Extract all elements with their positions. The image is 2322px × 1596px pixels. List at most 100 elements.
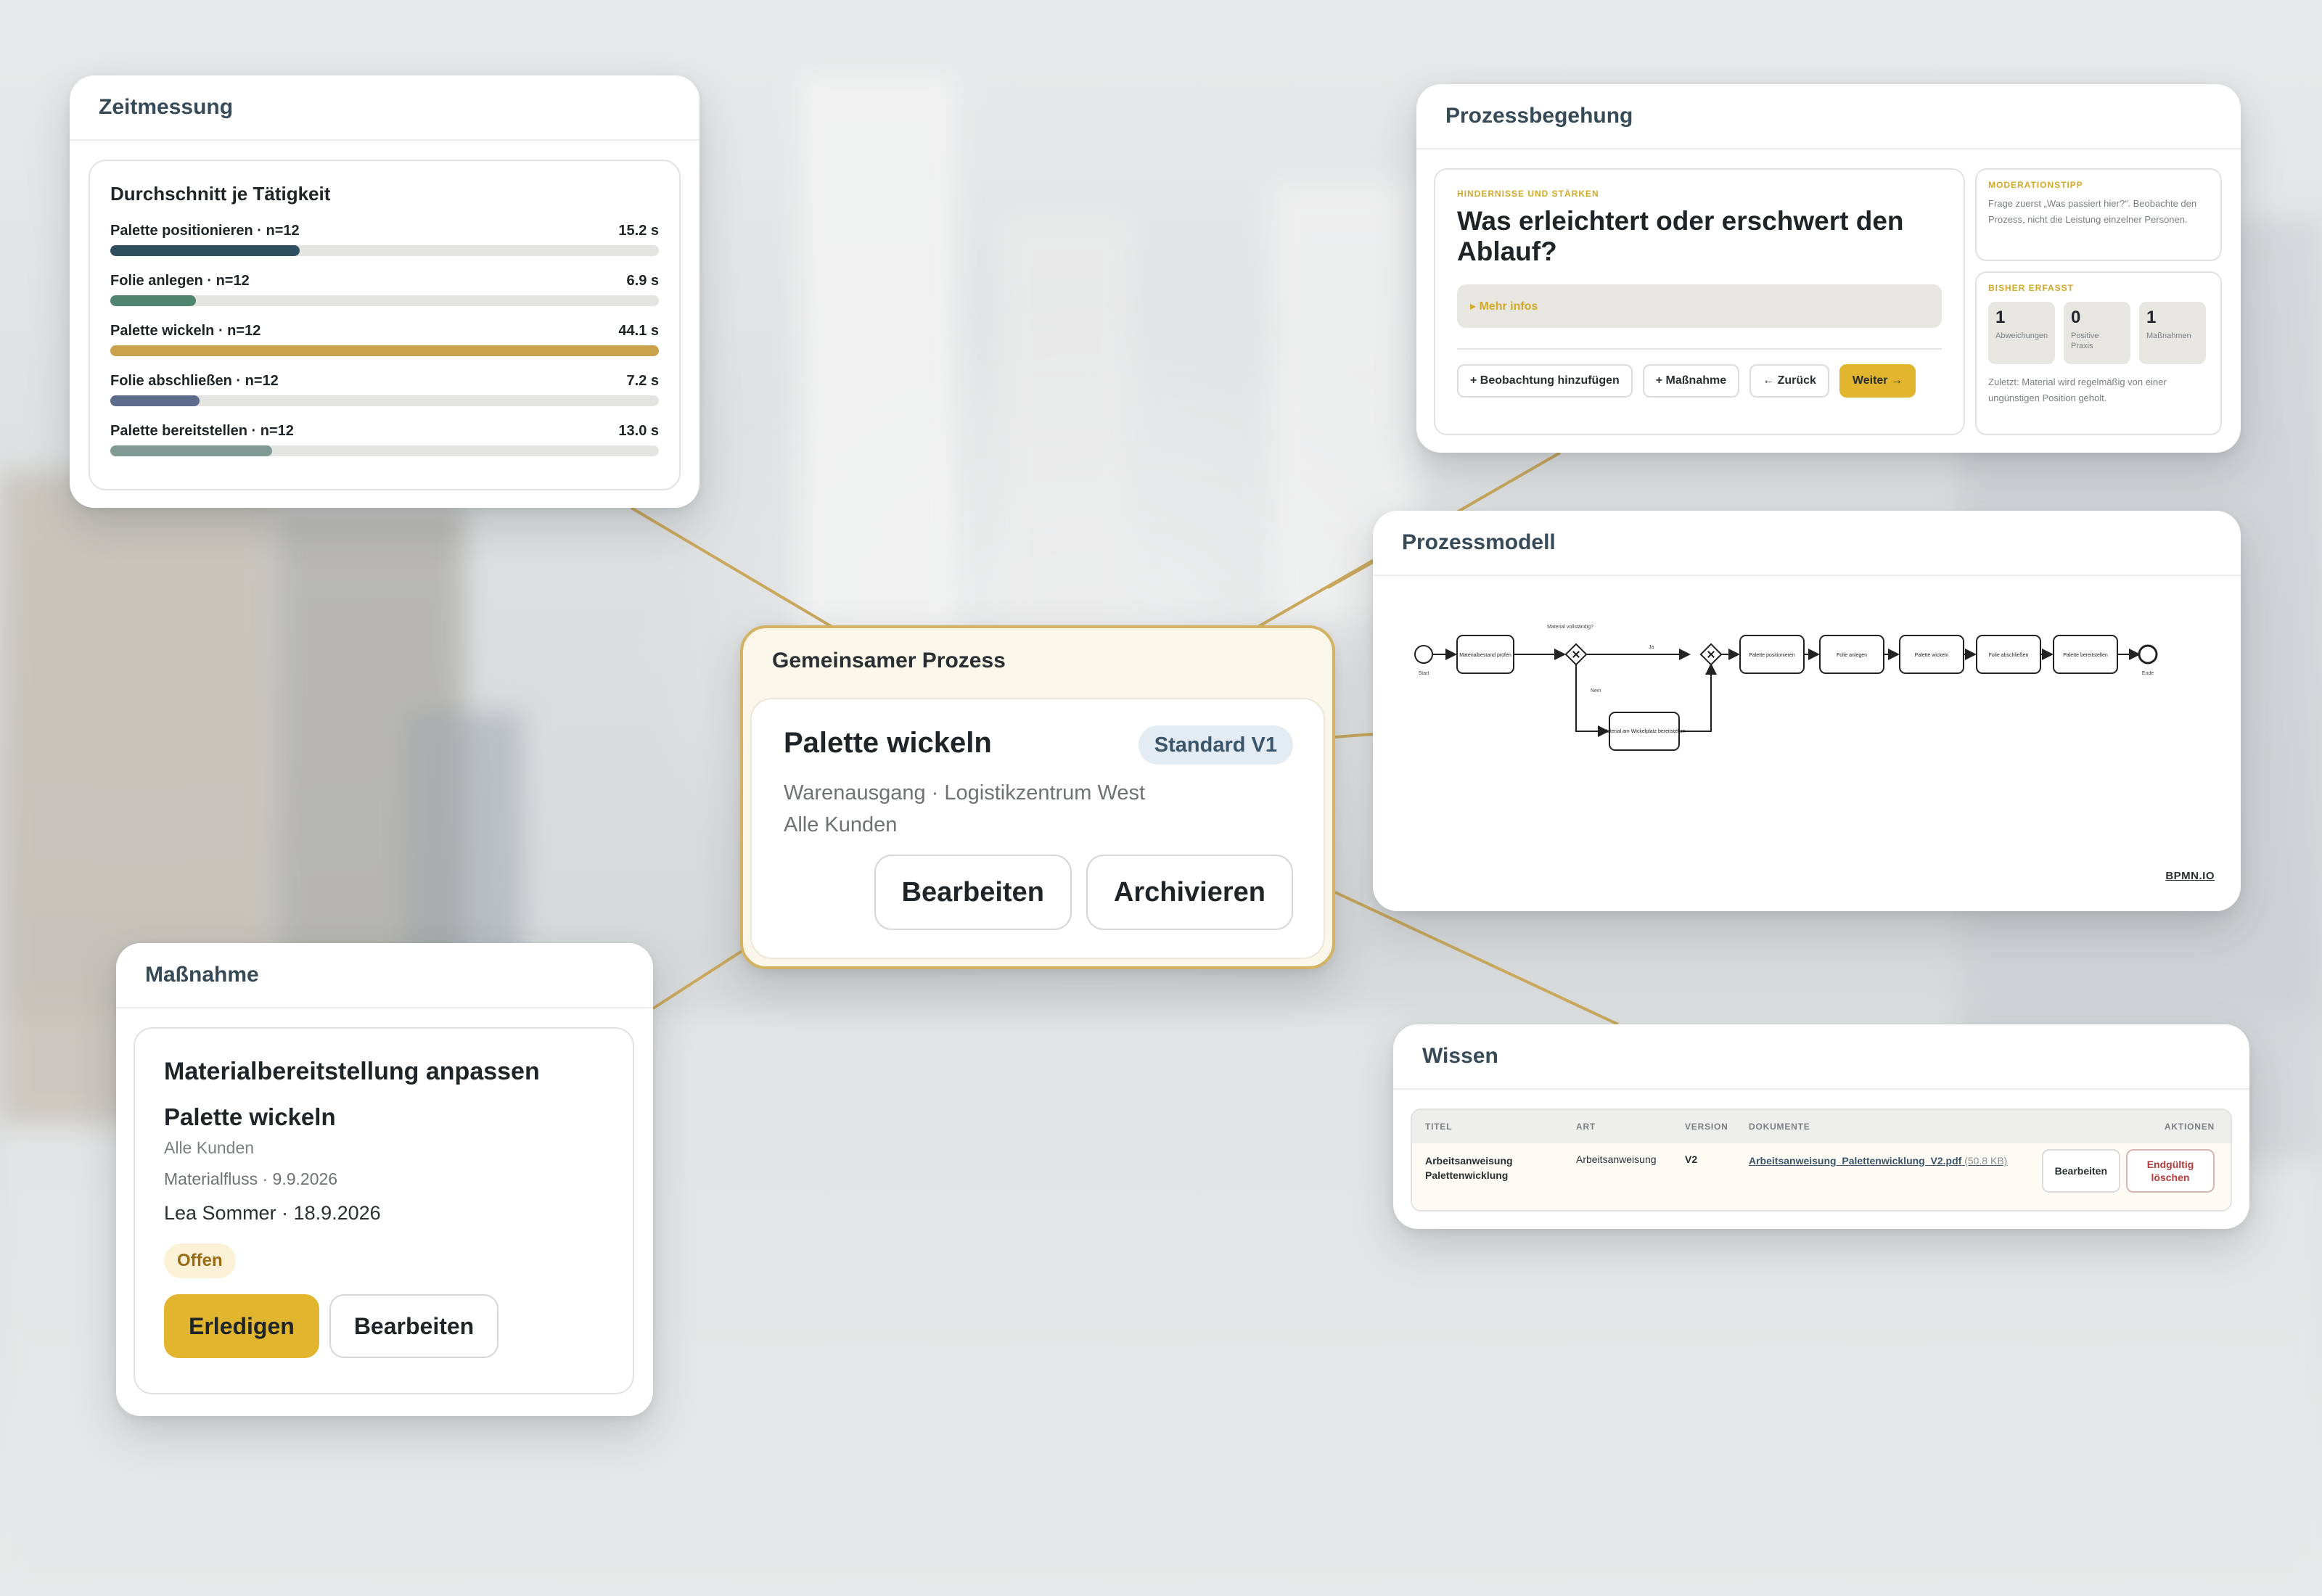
activity-bar-fill bbox=[110, 395, 200, 406]
column-header: AKTIONEN bbox=[2164, 1122, 2215, 1132]
yes-label: Ja bbox=[1649, 645, 1654, 650]
activity-row: Palette wickeln · n=12 44.1 s bbox=[110, 323, 659, 340]
activity-bar-fill bbox=[110, 345, 659, 356]
gateway-question: Material vollständig? bbox=[1547, 625, 1593, 630]
task-label: Palette positionieren bbox=[1749, 653, 1795, 658]
activity-value: 6.9 s bbox=[626, 273, 659, 289]
wissen-header: Wissen bbox=[1393, 1024, 2249, 1090]
bpmn-io-watermark[interactable]: BPMN.IO bbox=[2165, 870, 2215, 882]
activity-row: Folie anlegen · n=12 6.9 s bbox=[110, 273, 659, 289]
captured-kicker: BISHER ERFASST bbox=[1988, 283, 2075, 293]
doc-type: Arbeitsanweisung bbox=[1576, 1153, 1657, 1165]
activity-averages-panel: Durchschnitt je Tätigkeit Palette positi… bbox=[89, 160, 681, 490]
start-event bbox=[1414, 645, 1433, 664]
column-header: ART bbox=[1576, 1122, 1596, 1132]
status-badge: Offen bbox=[164, 1243, 236, 1278]
prozessbegehung-header: Prozessbegehung bbox=[1416, 84, 2241, 149]
bpmn-diagram[interactable]: Start Materialbestand prüfen Material vo… bbox=[1373, 576, 2241, 910]
row-actions: Bearbeiten Endgültig löschen bbox=[2041, 1149, 2215, 1193]
edit-process-button[interactable]: Bearbeiten bbox=[874, 855, 1072, 930]
question-actions: + Beobachtung hinzufügen + Maßnahme ← Zu… bbox=[1457, 364, 1942, 398]
prozessmodell-card: Prozessmodell Start Materialbestand prüf… bbox=[1373, 511, 2241, 911]
stat-positive-practice: 0 Positive Praxis bbox=[2064, 302, 2130, 364]
activity-label: Folie abschließen · n=12 bbox=[110, 373, 279, 389]
activity-label: Folie anlegen · n=12 bbox=[110, 273, 250, 289]
activity-bar-fill bbox=[110, 445, 273, 456]
captured-stats: 1 Abweichungen 0 Positive Praxis 1 Maßna… bbox=[1988, 302, 2209, 364]
doc-version: V2 bbox=[1685, 1153, 1698, 1165]
stat-deviations: 1 Abweichungen bbox=[1988, 302, 2055, 364]
edit-measure-button[interactable]: Bearbeiten bbox=[329, 1294, 499, 1358]
stat-label: Abweichungen bbox=[1995, 332, 2048, 340]
doc-title: Arbeitsanweisung Palettenwicklung bbox=[1425, 1155, 1513, 1181]
process-summary: Palette wickeln Standard V1 Warenausgang… bbox=[750, 698, 1325, 959]
question-text: Was erleichtert oder erschwert den Ablau… bbox=[1457, 206, 1904, 266]
massnahme-header: Maßnahme bbox=[116, 943, 653, 1008]
stat-value: 1 bbox=[1995, 308, 2006, 327]
add-observation-button[interactable]: + Beobachtung hinzufügen bbox=[1457, 364, 1633, 398]
archive-process-button[interactable]: Archivieren bbox=[1086, 855, 1293, 930]
process-actions: Bearbeiten Archivieren bbox=[874, 855, 1293, 930]
back-button[interactable]: ← Zurück bbox=[1749, 364, 1829, 398]
activity-label: Palette wickeln · n=12 bbox=[110, 323, 261, 339]
start-label: Start bbox=[1419, 671, 1429, 676]
stat-value: 1 bbox=[2146, 308, 2157, 327]
zeitmessung-card: Zeitmessung Durchschnitt je Tätigkeit Pa… bbox=[70, 75, 700, 508]
prozessbegehung-card: Prozessbegehung HINDERNISSE UND STÄRKEN … bbox=[1416, 84, 2241, 453]
activity-bar-track bbox=[110, 445, 659, 456]
activity-bar-fill bbox=[110, 245, 300, 256]
activity-value: 7.2 s bbox=[626, 373, 659, 389]
activity-item: Folie abschließen · n=12 7.2 s bbox=[110, 373, 659, 406]
activity-bar-track bbox=[110, 245, 659, 256]
end-label: Ende bbox=[2142, 671, 2154, 676]
column-header: TITEL bbox=[1425, 1122, 1453, 1132]
measure-category-date: Materialfluss · 9.9.2026 bbox=[164, 1169, 338, 1188]
activity-bar-track bbox=[110, 345, 659, 356]
table-row: Arbeitsanweisung Palettenwicklung Arbeit… bbox=[1412, 1143, 2231, 1210]
add-measure-button[interactable]: + Maßnahme bbox=[1642, 364, 1740, 398]
wissen-card: Wissen TITEL ART VERSION DOKUMENTE AKTIO… bbox=[1393, 1024, 2249, 1229]
measure-owner-due: Lea Sommer · 18.9.2026 bbox=[164, 1202, 381, 1224]
massnahme-card: Maßnahme Materialbereitstellung anpassen… bbox=[116, 943, 653, 1416]
doc-link[interactable]: Arbeitsanweisung_Palettenwicklung_V2.pdf… bbox=[1749, 1153, 2010, 1168]
process-meta: Warenausgang · Logistikzentrum West Alle… bbox=[784, 777, 1292, 841]
edit-doc-button[interactable]: Bearbeiten bbox=[2041, 1149, 2120, 1193]
stat-measures: 1 Maßnahmen bbox=[2139, 302, 2206, 364]
complete-measure-button[interactable]: Erledigen bbox=[164, 1294, 319, 1358]
next-button[interactable]: Weiter → bbox=[1839, 364, 1916, 398]
question-kicker: HINDERNISSE UND STÄRKEN bbox=[1457, 189, 1599, 199]
no-label: Nein bbox=[1591, 688, 1601, 694]
measure-title: Materialbereitstellung anpassen bbox=[164, 1058, 540, 1085]
delete-doc-button[interactable]: Endgültig löschen bbox=[2126, 1149, 2215, 1193]
knowledge-table: TITEL ART VERSION DOKUMENTE AKTIONEN Arb… bbox=[1411, 1108, 2232, 1212]
activity-label: Palette positionieren · n=12 bbox=[110, 223, 300, 239]
activity-item: Palette positionieren · n=12 15.2 s bbox=[110, 223, 659, 256]
task-label: Folie anlegen bbox=[1837, 653, 1867, 658]
task-material-supply-label: Material am Wickelplatz bereitstellen bbox=[1603, 729, 1686, 734]
measure-customers: Alle Kunden bbox=[164, 1138, 255, 1157]
more-info-toggle[interactable]: ▸ Mehr infos bbox=[1457, 284, 1942, 328]
activity-bar-fill bbox=[110, 295, 196, 306]
task-label: Palette wickeln bbox=[1915, 653, 1949, 658]
task-material-check-label: Materialbestand prüfen bbox=[1459, 653, 1511, 658]
question-panel: HINDERNISSE UND STÄRKEN Was erleichtert … bbox=[1434, 168, 1965, 435]
process-location: Warenausgang · Logistikzentrum West bbox=[784, 781, 1146, 805]
activity-item: Palette wickeln · n=12 44.1 s bbox=[110, 323, 659, 356]
version-badge: Standard V1 bbox=[1138, 725, 1293, 765]
activity-row: Folie abschließen · n=12 7.2 s bbox=[110, 373, 659, 390]
activity-value: 13.0 s bbox=[618, 423, 659, 439]
end-event bbox=[2138, 644, 2158, 665]
divider bbox=[1457, 348, 1942, 350]
captured-panel: BISHER ERFASST 1 Abweichungen 0 Positive… bbox=[1975, 271, 2222, 435]
stat-label: Maßnahmen bbox=[2146, 332, 2191, 340]
activity-averages-title: Durchschnitt je Tätigkeit bbox=[110, 183, 331, 205]
task-row: Palette positionieren Folie anlegen Palett… bbox=[1739, 635, 2118, 674]
gateway-merge bbox=[1699, 643, 1723, 666]
gemeinsamer-prozess-card: Gemeinsamer Prozess Palette wickeln Stan… bbox=[740, 625, 1335, 969]
doc-size: (50.8 KB) bbox=[1964, 1155, 2008, 1167]
activity-value: 15.2 s bbox=[618, 223, 659, 239]
doc-filename[interactable]: Arbeitsanweisung_Palettenwicklung_V2.pdf bbox=[1749, 1155, 1961, 1167]
stat-value: 0 bbox=[2071, 308, 2081, 327]
activity-bar-track bbox=[110, 295, 659, 306]
tip-text: Frage zuerst „Was passiert hier?“. Beoba… bbox=[1988, 198, 2197, 225]
